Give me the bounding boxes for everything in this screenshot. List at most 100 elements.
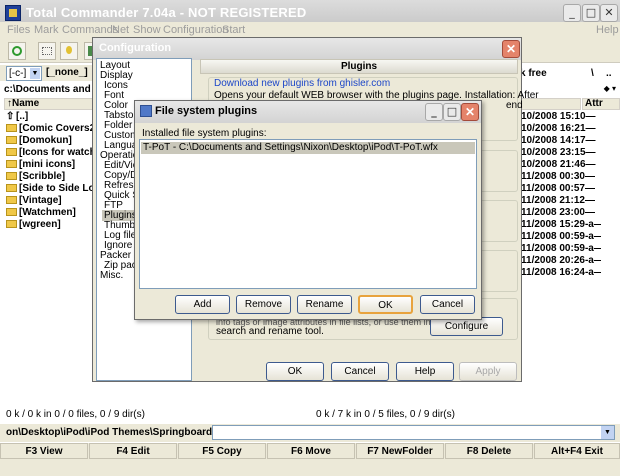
content-plugins-text2: search and rename tool. [216, 326, 324, 337]
table-row[interactable]: 11/2008 23:00— [521, 207, 601, 219]
list-item-label: [Watchmen] [19, 207, 76, 218]
list-item[interactable]: [Icons for watch [6, 147, 96, 159]
table-row[interactable]: 11/2008 20:26-a— [521, 255, 601, 267]
config-help-button[interactable]: Help [396, 362, 454, 381]
table-row[interactable]: 11/2008 15:29-a— [521, 219, 601, 231]
right-up-button[interactable]: .. [606, 68, 612, 79]
list-item[interactable]: [Side to Side Lo [6, 183, 95, 195]
plugin-window-icon [140, 105, 152, 117]
f8-delete-button[interactable]: F8 Delete [445, 443, 533, 459]
remove-button[interactable]: Remove [236, 295, 291, 314]
table-row[interactable]: 11/2008 16:24-a— [521, 267, 601, 279]
configuration-title: Configuration [99, 42, 172, 54]
table-row[interactable]: 11/2008 00:59-a— [521, 231, 601, 243]
folder-icon [6, 172, 17, 181]
bulb-icon[interactable] [60, 42, 78, 60]
download-plugins-link[interactable]: Download new plugins from ghisler.com [214, 78, 390, 89]
left-col-name[interactable]: ↑Name [4, 98, 96, 110]
fs-cancel-button[interactable]: Cancel [420, 295, 475, 314]
history-down-icon[interactable]: ◆ ▾ [604, 84, 616, 93]
tree-item-misc[interactable]: Misc. [100, 270, 123, 281]
table-row[interactable]: 10/2008 15:10— [521, 111, 601, 123]
f7-newfolder-button[interactable]: F7 NewFolder [356, 443, 444, 459]
left-volume-label: [_none_] [46, 67, 88, 78]
list-item[interactable]: [Comic Covers2] [6, 123, 98, 135]
list-item[interactable]: [Scribble] [6, 171, 65, 183]
left-drive-bar: [-c-] ▼ [_none_] [0, 65, 96, 81]
close-icon[interactable]: ✕ [502, 40, 520, 58]
folder-icon [6, 160, 17, 169]
folder-icon [6, 136, 17, 145]
left-path: c:\Documents and [4, 83, 94, 97]
menu-start[interactable]: Start [222, 24, 245, 36]
list-item[interactable]: ⇧ [..] [6, 111, 28, 123]
right-root-button[interactable]: \ [591, 68, 594, 79]
maximize-button[interactable]: □ [443, 103, 461, 121]
list-item[interactable]: [Domokun] [6, 135, 72, 147]
close-icon[interactable]: ✕ [461, 103, 479, 121]
command-path: on\Desktop\iPod\iPod Themes\Springboard> [6, 427, 218, 438]
f3-view-button[interactable]: F3 View [0, 443, 88, 459]
folder-icon [6, 208, 17, 217]
brief-view-icon[interactable] [38, 42, 56, 60]
installed-plugins-label: Installed file system plugins: [142, 128, 267, 139]
fs-ok-button[interactable]: OK [358, 295, 413, 314]
folder-icon [6, 184, 17, 193]
config-cancel-button[interactable]: Cancel [331, 362, 389, 381]
f5-copy-button[interactable]: F5 Copy [178, 443, 266, 459]
table-row[interactable]: 10/2008 14:17— [521, 135, 601, 147]
section-header: Plugins [200, 59, 518, 74]
config-apply-button[interactable]: Apply [459, 362, 517, 381]
refresh-icon[interactable] [8, 42, 26, 60]
configuration-title-bar: Configuration ✕ [93, 38, 521, 60]
fs-plugins-title-bar: File system plugins _ □ ✕ [135, 101, 481, 123]
list-item-label: [Domokun] [19, 135, 72, 146]
list-item[interactable]: T-PoT - C:\Documents and Settings\Nixon\… [141, 142, 475, 154]
table-row[interactable]: 10/2008 16:21— [521, 123, 601, 135]
right-free-space: k free [520, 68, 547, 79]
close-button[interactable]: ✕ [600, 4, 618, 22]
command-input[interactable]: ▼ [212, 425, 615, 440]
menu-show[interactable]: Show [133, 24, 161, 36]
table-row[interactable]: 11/2008 00:59-a— [521, 243, 601, 255]
list-item[interactable]: [wgreen] [6, 219, 61, 231]
rename-button[interactable]: Rename [297, 295, 352, 314]
table-row[interactable]: 11/2008 21:12— [521, 195, 601, 207]
f4-edit-button[interactable]: F4 Edit [89, 443, 177, 459]
menu-configuration[interactable]: Configuration [163, 24, 228, 36]
list-item-label: [wgreen] [19, 219, 61, 230]
menu-help[interactable]: Help [596, 24, 619, 36]
left-drive-value: [-c-] [9, 68, 27, 79]
minimize-button[interactable]: _ [425, 103, 443, 121]
left-status: 0 k / 0 k in 0 / 0 files, 0 / 9 dir(s) [6, 409, 145, 420]
left-drive-select[interactable]: [-c-] ▼ [6, 66, 42, 81]
folder-icon [6, 124, 17, 133]
list-item[interactable]: [Vintage] [6, 195, 62, 207]
app-icon [5, 5, 21, 21]
exit-button[interactable]: Alt+F4 Exit [534, 443, 620, 459]
config-ok-button[interactable]: OK [266, 362, 324, 381]
table-row[interactable]: 10/2008 23:15— [521, 147, 601, 159]
fs-plugins-title: File system plugins [155, 105, 258, 117]
list-item-label: [mini icons] [19, 159, 76, 170]
table-row[interactable]: 11/2008 00:57— [521, 183, 601, 195]
right-col-attr[interactable]: Attr [582, 98, 620, 110]
installed-plugins-list[interactable]: T-PoT - C:\Documents and Settings\Nixon\… [139, 139, 477, 289]
menu-files[interactable]: Files [7, 24, 30, 36]
table-row[interactable]: 10/2008 21:46— [521, 159, 601, 171]
minimize-button[interactable]: _ [563, 4, 581, 22]
list-item[interactable]: [mini icons] [6, 159, 75, 171]
menu-mark[interactable]: Mark [34, 24, 58, 36]
table-row[interactable]: 11/2008 00:30— [521, 171, 601, 183]
list-item-label: [..] [16, 111, 29, 122]
maximize-button[interactable]: □ [582, 4, 600, 22]
list-item[interactable]: [Watchmen] [6, 207, 76, 219]
window-title: Total Commander 7.04a - NOT REGISTERED [26, 5, 307, 20]
f6-move-button[interactable]: F6 Move [267, 443, 355, 459]
folder-icon [6, 148, 17, 157]
menu-commands[interactable]: Commands [62, 24, 118, 36]
add-button[interactable]: Add [175, 295, 230, 314]
chevron-down-icon[interactable]: ▼ [601, 426, 614, 439]
list-item-label: [Side to Side Lo [19, 183, 95, 194]
menu-net[interactable]: Net [112, 24, 129, 36]
